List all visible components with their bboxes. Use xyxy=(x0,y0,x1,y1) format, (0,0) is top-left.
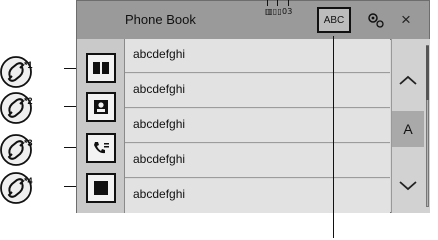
status-pointer-line xyxy=(288,0,289,6)
contact-row[interactable]: abcdefghi xyxy=(125,144,390,178)
contact-icon xyxy=(94,100,108,114)
page-title: Phone Book xyxy=(125,12,196,27)
contact-list: abcdefghi abcdefghi abcdefghi abcdefghi … xyxy=(125,39,390,213)
phonebook-icon xyxy=(93,62,109,74)
function-sidebar xyxy=(77,39,125,213)
keypad-button[interactable] xyxy=(86,173,116,203)
abc-sort-button[interactable]: ABC xyxy=(317,7,351,33)
callout-1: *1 xyxy=(0,56,72,88)
keypad-icon xyxy=(94,181,108,195)
callout-mark: *1 xyxy=(24,60,33,70)
contact-button[interactable] xyxy=(86,92,116,122)
index-bar: A xyxy=(391,39,430,213)
scrollbar[interactable] xyxy=(426,45,429,207)
phone-book-screen: Phone Book ▥▯▯03 ABC × abcdefghi abcdefg… xyxy=(76,0,430,213)
phonebook-button[interactable] xyxy=(86,53,116,83)
chevron-down-icon xyxy=(399,181,417,191)
index-letter[interactable]: A xyxy=(392,111,424,147)
chevron-up-icon xyxy=(399,75,417,85)
contact-row[interactable]: abcdefghi xyxy=(125,179,390,213)
call-history-button[interactable] xyxy=(86,133,116,163)
callout-3: *3 xyxy=(0,134,72,166)
settings-button[interactable] xyxy=(365,11,385,29)
call-history-icon xyxy=(94,142,109,154)
contact-name: abcdefghi xyxy=(133,187,186,201)
contact-name: abcdefghi xyxy=(133,152,186,166)
gear-icon xyxy=(368,13,384,28)
contact-name: abcdefghi xyxy=(133,47,186,61)
scroll-down-button[interactable] xyxy=(392,171,424,201)
callout-mark: *3 xyxy=(24,138,33,148)
status-indicators: ▥▯▯03 xyxy=(265,7,293,16)
callout-mark: *2 xyxy=(24,96,33,106)
callout-2: *2 xyxy=(0,92,72,124)
header-bar: Phone Book ▥▯▯03 ABC × xyxy=(77,1,429,40)
abc-pointer-line xyxy=(333,36,334,238)
callout-mark: *4 xyxy=(24,176,33,186)
scroll-up-button[interactable] xyxy=(392,65,424,95)
callout-4: *4 xyxy=(0,172,72,204)
contact-row[interactable]: abcdefghi xyxy=(125,109,390,143)
scrollbar-thumb[interactable] xyxy=(426,46,429,100)
close-button[interactable]: × xyxy=(395,10,417,30)
status-pointer-line xyxy=(267,0,268,6)
contact-row[interactable]: abcdefghi xyxy=(125,74,390,108)
status-pointer-line xyxy=(277,0,278,6)
contact-name: abcdefghi xyxy=(133,117,186,131)
contact-row[interactable]: abcdefghi xyxy=(125,39,390,73)
contact-name: abcdefghi xyxy=(133,82,186,96)
